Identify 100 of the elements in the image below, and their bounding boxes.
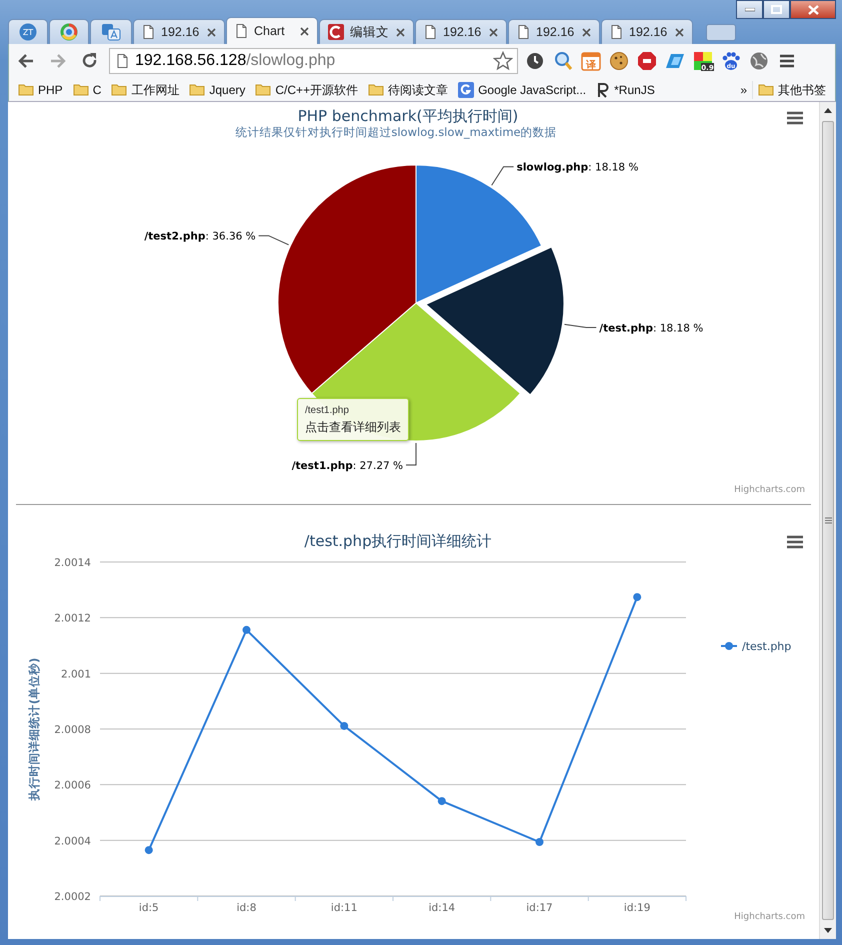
minimize-button[interactable] bbox=[736, 0, 763, 19]
close-icon bbox=[675, 28, 684, 36]
browser-tab[interactable]: 192.16 bbox=[415, 19, 507, 44]
tab-title: 192.16 bbox=[536, 24, 576, 41]
close-icon bbox=[808, 4, 818, 14]
axis-label: 2.0002 bbox=[54, 891, 91, 903]
browser-tab[interactable]: Chart bbox=[226, 17, 318, 44]
axis-label: id:19 bbox=[624, 902, 650, 914]
folder-icon bbox=[368, 82, 384, 97]
star-icon bbox=[493, 51, 513, 71]
axis-label: 2.0012 bbox=[54, 612, 91, 625]
maximize-button[interactable] bbox=[763, 0, 790, 19]
overflow-chevron[interactable]: » bbox=[735, 80, 752, 98]
chart-menu-button[interactable] bbox=[786, 536, 804, 548]
folder-icon bbox=[72, 82, 89, 97]
c-logo-icon bbox=[328, 24, 344, 40]
close-icon bbox=[396, 28, 405, 36]
browser-tab[interactable] bbox=[90, 19, 132, 44]
tab-title: 192.16 bbox=[443, 24, 482, 41]
axis-label: id:11 bbox=[330, 902, 358, 914]
folder-icon bbox=[758, 82, 774, 97]
tooltip-text: 点击查看详细列表 bbox=[305, 419, 401, 436]
axis-label: id:5 bbox=[138, 902, 159, 914]
address-bar[interactable]: 192.168.56.128/slowlog.php bbox=[109, 48, 518, 74]
bookmark[interactable]: C bbox=[68, 80, 106, 98]
magnifier-icon[interactable] bbox=[552, 50, 574, 72]
pie-slice[interactable] bbox=[278, 164, 416, 394]
axis-label: id:17 bbox=[526, 902, 553, 914]
scroll-down-icon[interactable] bbox=[824, 928, 832, 933]
pie-slice[interactable] bbox=[425, 246, 564, 396]
tooltip-title: /test1.php bbox=[305, 404, 350, 418]
bookmark[interactable]: 工作网址 bbox=[106, 80, 184, 98]
browser-tab[interactable]: 编辑文 bbox=[319, 19, 414, 44]
page-icon bbox=[517, 24, 530, 40]
data-label: /test1.php: 27.27 % bbox=[292, 460, 403, 472]
logo-icon: ZT bbox=[19, 23, 37, 41]
globe-icon[interactable] bbox=[748, 50, 770, 72]
stop-sign-icon[interactable] bbox=[636, 50, 658, 72]
scrollbar[interactable] bbox=[819, 102, 836, 939]
leader-line bbox=[491, 166, 514, 186]
chart-title: /test.php执行时间详细统计 bbox=[304, 532, 492, 550]
axis-label: id:8 bbox=[236, 902, 256, 914]
page-icon bbox=[424, 24, 437, 40]
close-icon bbox=[300, 26, 309, 36]
clock-icon[interactable] bbox=[524, 50, 546, 72]
tab-title: Chart bbox=[254, 22, 286, 40]
data-label: slowlog.php: 18.18 % bbox=[516, 162, 638, 174]
axis-label: 2.0014 bbox=[54, 557, 91, 569]
minimize-icon bbox=[744, 8, 754, 12]
bookmark[interactable]: Google JavaScript... bbox=[453, 80, 592, 98]
tab-title: 编辑文 bbox=[350, 24, 390, 41]
legend-marker-icon bbox=[721, 642, 737, 650]
data-point bbox=[633, 593, 642, 602]
axis-label: 2.001 bbox=[60, 668, 91, 680]
data-point bbox=[438, 797, 446, 806]
bookmark[interactable]: C/C++开源软件 bbox=[250, 80, 364, 98]
axis-label: 2.0008 bbox=[54, 724, 91, 736]
close-icon bbox=[582, 28, 591, 36]
bookmark[interactable]: PHP bbox=[13, 80, 68, 98]
ring-logo-icon bbox=[60, 23, 78, 41]
axis-label: 2.0004 bbox=[54, 835, 91, 848]
axis-label: id:14 bbox=[428, 902, 456, 914]
chart-menu-button[interactable] bbox=[786, 112, 804, 124]
maximize-icon bbox=[771, 5, 782, 14]
data-point bbox=[340, 722, 348, 730]
chart-title: PHP benchmark(平均执行时间) bbox=[298, 107, 518, 125]
browser-tab[interactable]: 192.16 bbox=[133, 19, 225, 44]
page-icon bbox=[142, 24, 155, 40]
bookmark[interactable]: *RunJS bbox=[591, 80, 660, 98]
runjs-icon bbox=[596, 82, 610, 98]
browser-tab[interactable]: 192.16 bbox=[508, 19, 600, 44]
data-label: /test2.php: 36.36 % bbox=[144, 230, 256, 243]
back-arrow-icon bbox=[17, 52, 35, 70]
data-point bbox=[242, 626, 250, 634]
tab-title: 192.16 bbox=[629, 24, 668, 41]
axis-label: 2.0006 bbox=[54, 780, 91, 792]
url-text: 192.168.56.128/slowlog.php bbox=[135, 51, 336, 71]
forward-arrow-icon bbox=[49, 52, 67, 70]
browser-tab[interactable]: ZT bbox=[8, 19, 48, 44]
folder-icon bbox=[189, 82, 206, 97]
data-point bbox=[144, 846, 153, 854]
close-button[interactable] bbox=[790, 0, 836, 19]
data-label: /test.php: 18.18 % bbox=[599, 322, 704, 334]
grip-icon bbox=[824, 517, 832, 524]
browser-tab[interactable]: 192.16 bbox=[601, 19, 693, 44]
google-icon bbox=[458, 82, 474, 98]
page-icon bbox=[116, 54, 129, 68]
cookie-icon[interactable] bbox=[608, 50, 630, 72]
folder-icon bbox=[111, 82, 128, 97]
bookmark[interactable]: 其他书签 bbox=[752, 80, 831, 98]
axis-title: 执行时间详细统计(单位秒) bbox=[27, 658, 41, 800]
browser-tab[interactable] bbox=[49, 19, 89, 44]
bookmark[interactable]: Jquery bbox=[184, 80, 250, 98]
bookmark[interactable]: 待阅读文章 bbox=[363, 80, 454, 98]
scroll-up-icon[interactable] bbox=[824, 108, 832, 113]
page-icon bbox=[610, 24, 623, 40]
legend-item: /test.php bbox=[742, 640, 792, 653]
translate-icon bbox=[101, 23, 121, 41]
close-icon bbox=[207, 28, 216, 36]
reload-icon bbox=[81, 52, 99, 70]
